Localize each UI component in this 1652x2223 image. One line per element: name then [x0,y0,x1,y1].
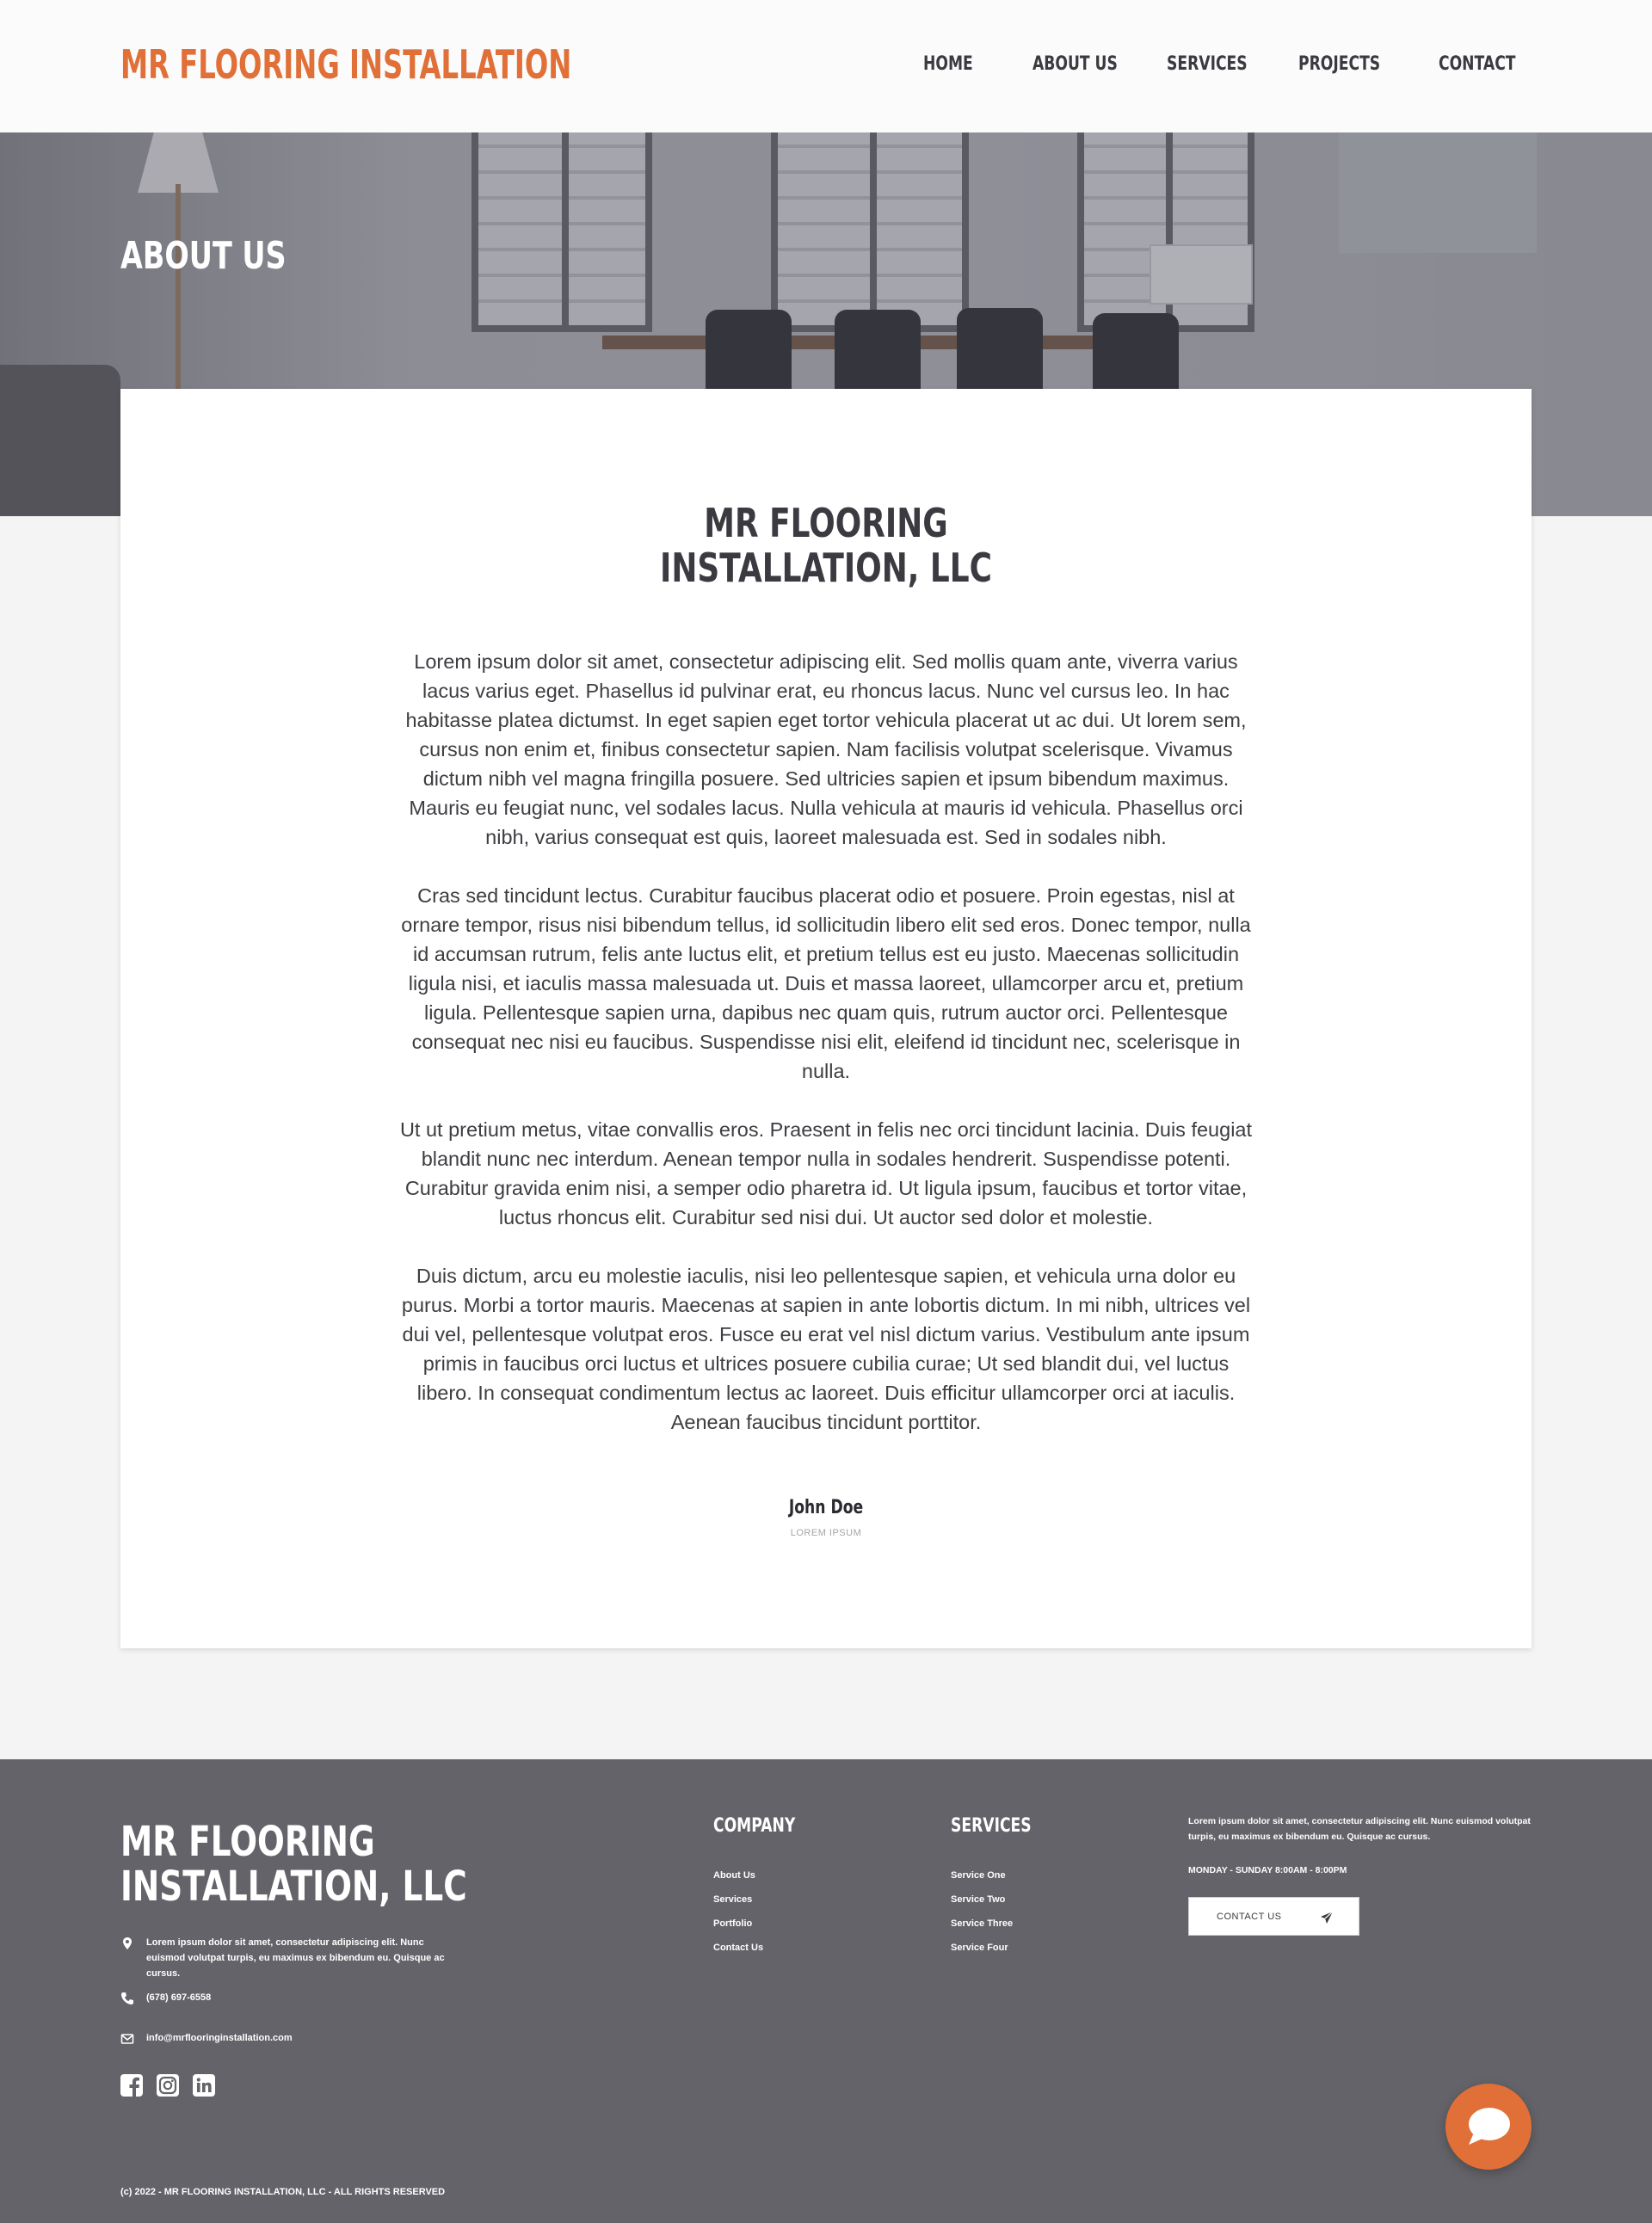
linkedin-icon[interactable] [193,2074,215,2097]
nav-home[interactable]: HOME [923,53,973,75]
signature-name: John Doe [788,1497,864,1518]
footer-link-portfolio[interactable]: Portfolio [713,1918,752,1929]
footer-link-about-us[interactable]: About Us [713,1870,755,1881]
footer-link-service-four[interactable]: Service Four [951,1943,1008,1953]
main-nav: HOME ABOUT US SERVICES PROJECTS CONTACT [0,53,1652,79]
social-links [120,2074,215,2097]
chat-button[interactable] [1446,2084,1532,2170]
footer-link-services[interactable]: Services [713,1894,752,1905]
contact-us-button[interactable]: CONTACT US [1188,1897,1359,1936]
about-card: MR FLOORING INSTALLATION, LLC Lorem ipsu… [120,389,1532,1648]
envelope-icon [120,2034,134,2044]
footer-description: Lorem ipsum dolor sit amet, consectetur … [1188,1816,1531,1842]
footer-link-service-three[interactable]: Service Three [951,1918,1013,1929]
nav-contact[interactable]: CONTACT [1439,53,1516,75]
phone-text: (678) 697-6558 [146,1992,212,2003]
services-column-title: SERVICES [951,1815,1032,1837]
copyright-text: (c) 2022 - MR FLOORING INSTALLATION, LLC… [120,2187,446,2197]
contact-us-button-label: CONTACT US [1217,1912,1282,1922]
company-column-title: COMPANY [713,1815,796,1837]
company-title-line2: INSTALLATION, LLC [660,545,992,591]
footer-address: Lorem ipsum dolor sit amet, consectetur … [120,1935,465,1981]
footer-link-service-one[interactable]: Service One [951,1870,1006,1881]
about-paragraph: Duis dictum, arcu eu molestie iaculis, n… [401,1265,1251,1433]
chat-bubble-icon [1469,2108,1510,2145]
nav-projects[interactable]: PROJECTS [1298,53,1380,75]
email-text: info@mrflooringinstallation.com [146,2033,293,2043]
footer-logo-line2: INSTALLATION, LLC [120,1863,467,1911]
company-title-line1: MR FLOORING [704,500,948,546]
phone-icon [121,1992,133,2004]
site-footer: MR FLOORING INSTALLATION, LLC Lorem ipsu… [0,1759,1652,2223]
about-paragraph: Ut ut pretium metus, vitae convallis ero… [399,1118,1253,1228]
footer-email[interactable]: info@mrflooringinstallation.com [120,2030,293,2046]
footer-logo-line1: MR FLOORING [120,1818,375,1866]
paper-plane-icon [1321,1911,1334,1924]
about-text: Lorem ipsum dolor sit amet, consectetur … [394,647,1258,1466]
about-paragraph: Lorem ipsum dolor sit amet, consectetur … [405,650,1247,848]
footer-logo[interactable]: MR FLOORING INSTALLATION, LLC [120,1820,467,1909]
site-header: MR FLOORING INSTALLATION HOME ABOUT US S… [0,0,1652,132]
address-text: Lorem ipsum dolor sit amet, consectetur … [146,1937,445,1979]
business-hours: MONDAY - SUNDAY 8:00AM - 8:00PM [1188,1865,1347,1875]
footer-phone[interactable]: (678) 697-6558 [120,1990,211,2005]
about-paragraph: Cras sed tincidunt lectus. Curabitur fau… [401,884,1251,1082]
nav-about-us[interactable]: ABOUT US [1032,53,1118,75]
facebook-icon[interactable] [120,2074,143,2097]
instagram-icon[interactable] [157,2074,179,2097]
page-title: ABOUT US [120,234,287,278]
footer-link-contact-us[interactable]: Contact Us [713,1943,763,1953]
company-title: MR FLOORING INSTALLATION, LLC [275,501,1376,590]
nav-services[interactable]: SERVICES [1167,53,1248,75]
signature-role: LOREM IPSUM [790,1528,862,1538]
footer-link-service-two[interactable]: Service Two [951,1894,1005,1905]
location-pin-icon [123,1937,132,1949]
